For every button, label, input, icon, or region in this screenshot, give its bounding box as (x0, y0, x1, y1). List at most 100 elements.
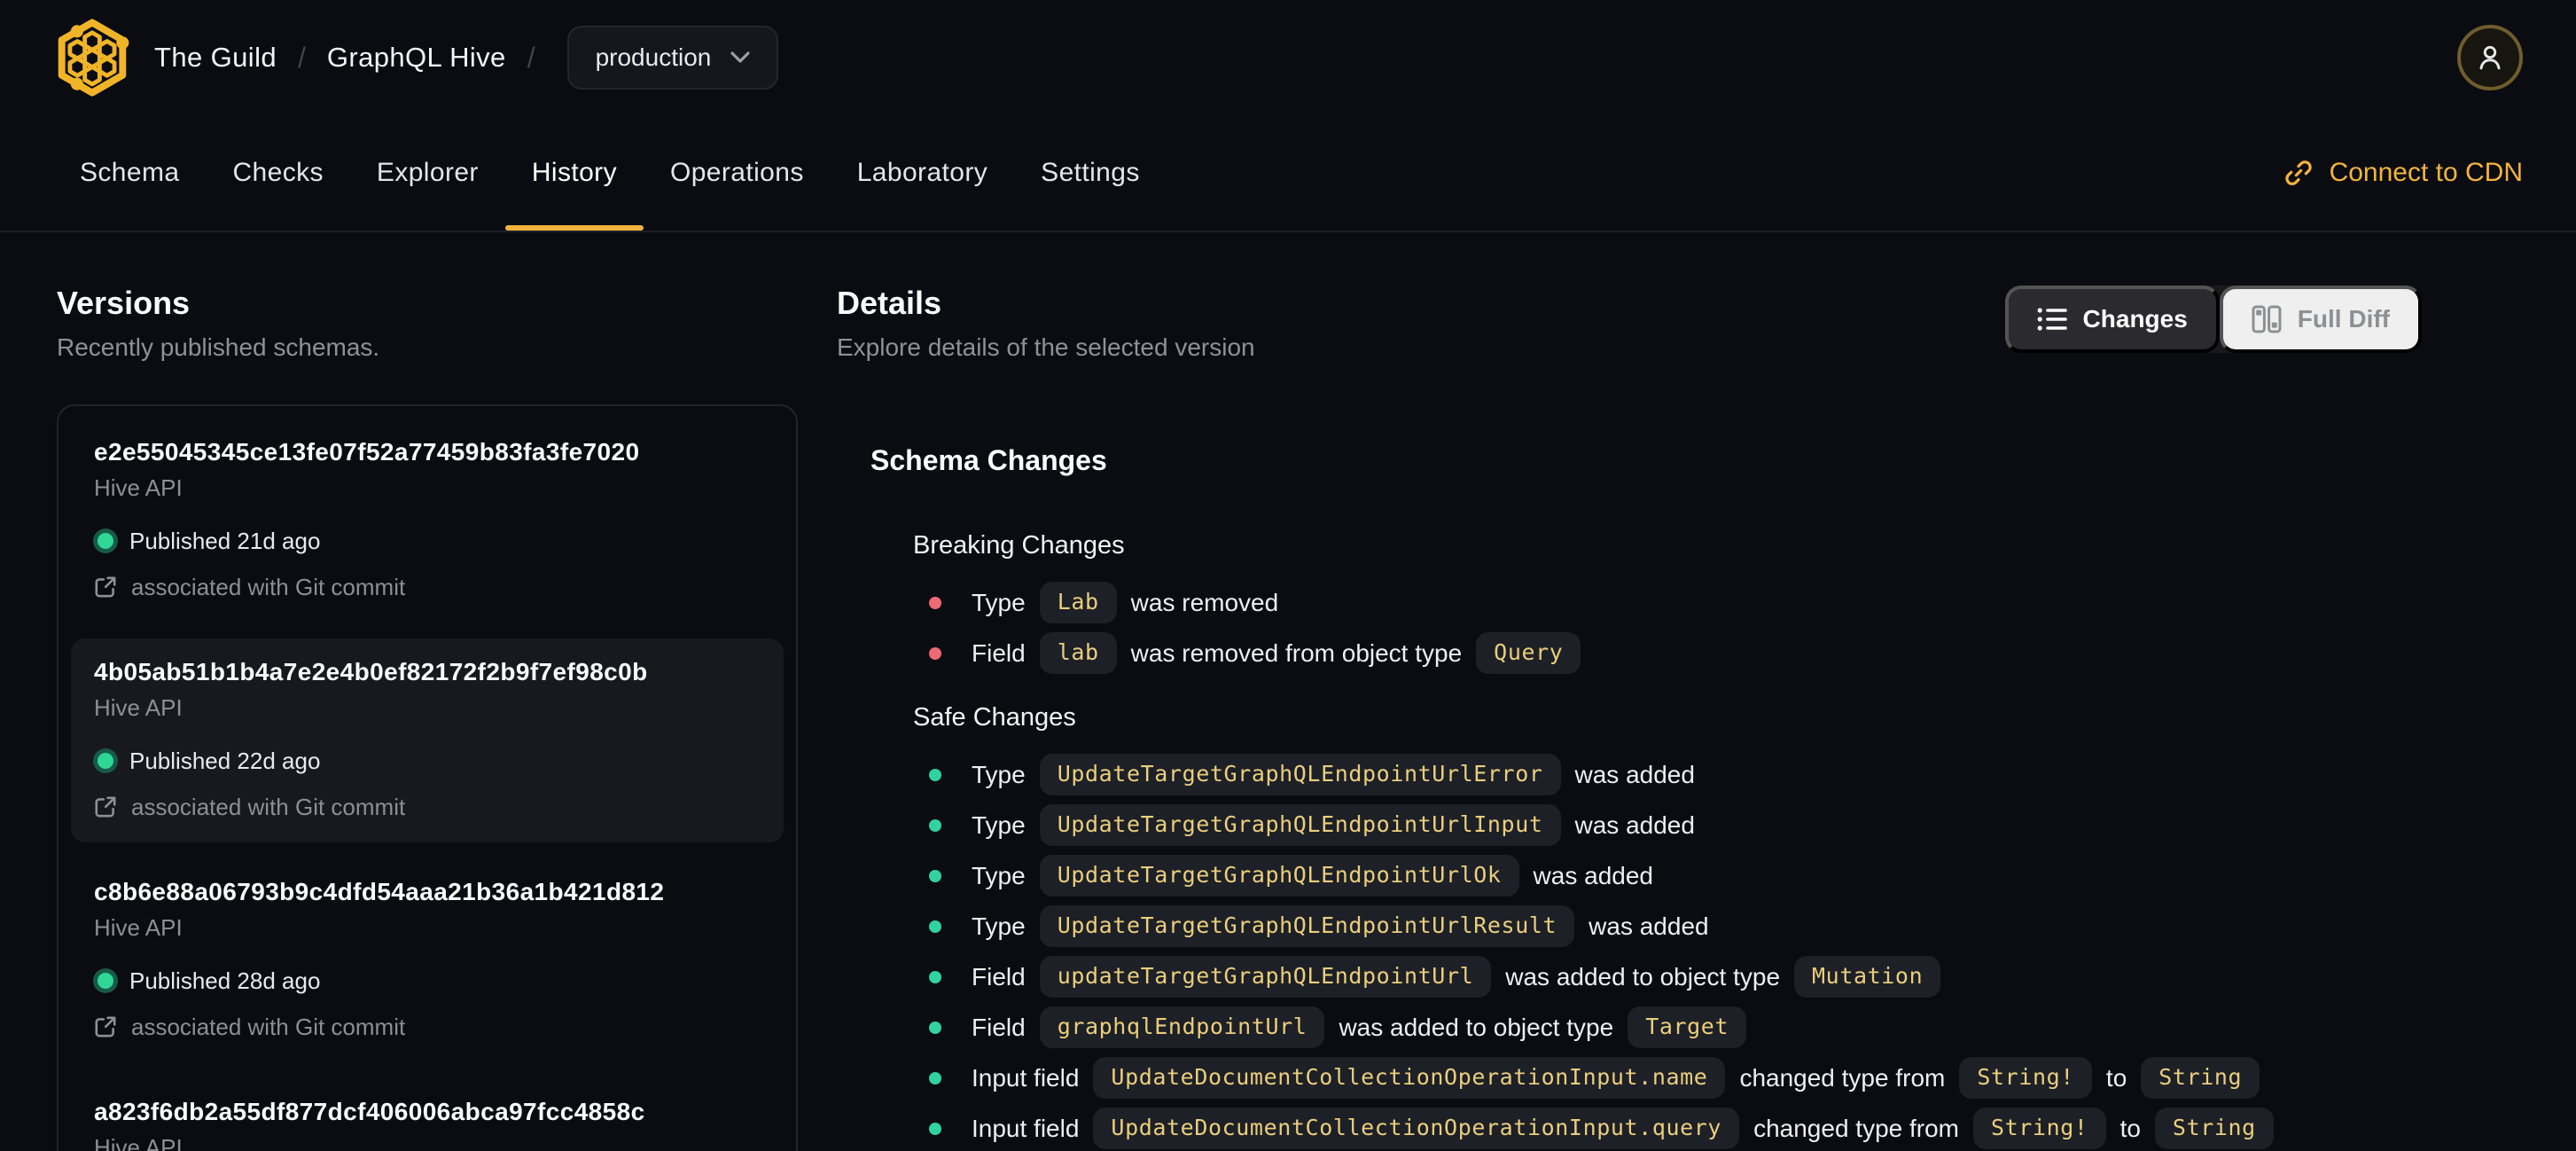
code-chip: graphqlEndpointUrl (1039, 1006, 1325, 1048)
safe-change-item: Field updateTargetGraphQLEndpointUrl was a… (929, 956, 2422, 998)
safe-change-item: Type UpdateTargetGraphQLEndpointUrlInput w… (929, 804, 2422, 846)
change-text: to (2119, 1114, 2141, 1142)
user-avatar-button[interactable] (2457, 25, 2523, 90)
tab-checks[interactable]: Checks (206, 115, 349, 231)
versions-title: Versions (57, 285, 191, 321)
change-text: was added (1589, 912, 1709, 940)
change-text: was added (1574, 810, 1695, 839)
external-link-icon (95, 796, 116, 818)
safe-bullet-icon (929, 970, 941, 983)
change-list: Type UpdateTargetGraphQLEndpointUrlError w… (913, 754, 2422, 1149)
connect-to-cdn-label: Connect to CDN (2329, 158, 2523, 187)
version-status: Published 21d ago (94, 527, 761, 555)
version-status-text: Published 22d ago (129, 748, 321, 774)
breadcrumb-separator: / (298, 41, 306, 74)
breaking-bullet-icon (929, 596, 941, 609)
environment-select[interactable]: production (566, 26, 779, 90)
code-chip: UpdateTargetGraphQLEndpointUrlOk (1039, 855, 1519, 897)
version-service: Hive API (94, 474, 183, 501)
safe-bullet-icon (929, 768, 941, 781)
safe-bullet-icon (929, 920, 941, 933)
full-diff-toggle-label: Full Diff (2297, 305, 2390, 333)
full-diff-toggle-button[interactable]: Full Diff (2219, 286, 2422, 353)
change-text: to (2105, 1063, 2127, 1092)
tab-settings[interactable]: Settings (1014, 115, 1167, 231)
version-card[interactable]: a823f6db2a55df877dcf406006abca97fcc4858c… (71, 1078, 784, 1151)
split-diff-icon (2252, 305, 2282, 333)
code-chip: String (2141, 1057, 2260, 1099)
change-text: changed type from (1753, 1114, 1959, 1142)
git-commit-link[interactable]: associated with Git commit (94, 1013, 761, 1041)
published-dot-icon (98, 753, 113, 769)
change-text: Field (972, 962, 1026, 990)
tab-explorer[interactable]: Explorer (350, 115, 505, 231)
version-service: Hive API (94, 694, 183, 721)
external-link-icon (95, 1016, 116, 1037)
changes-toggle-button[interactable]: Changes (2004, 286, 2220, 353)
safe-change-item: Type UpdateTargetGraphQLEndpointUrlOk was … (929, 855, 2422, 897)
code-chip: lab (1039, 632, 1117, 674)
code-chip: UpdateTargetGraphQLEndpointUrlResult (1039, 905, 1575, 947)
git-commit-label: associated with Git commit (131, 1014, 406, 1040)
versions-panel: Versions Recently published schemas. e2e… (57, 284, 798, 1151)
details-panel: Details Explore details of the selected … (837, 284, 2422, 1149)
code-chip: Target (1628, 1006, 1747, 1048)
breadcrumb: The Guild / GraphQL Hive / production (154, 26, 779, 90)
connect-to-cdn-link[interactable]: Connect to CDN (2283, 158, 2523, 188)
version-status-text: Published 21d ago (129, 528, 321, 554)
code-chip: UpdateDocumentCollectionOperationInput.q… (1093, 1108, 1740, 1149)
published-dot-icon (98, 533, 113, 549)
safe-bullet-icon (929, 1122, 941, 1135)
breaking-change-item: Type Lab was removed (929, 582, 2422, 623)
change-text: was added (1533, 861, 1653, 889)
tab-schema[interactable]: Schema (53, 115, 206, 231)
tab-history[interactable]: History (504, 115, 644, 231)
version-status-text: Published 28d ago (129, 967, 321, 994)
breadcrumb-org[interactable]: The Guild (154, 42, 277, 74)
user-icon (2479, 45, 2501, 70)
version-card[interactable]: c8b6e88a06793b9c4dfd54aaa21b36a1b421d812… (71, 858, 784, 1062)
safe-change-item: Input field UpdateDocumentCollectionOpera… (929, 1108, 2422, 1149)
version-status: Published 22d ago (94, 747, 761, 775)
breadcrumb-project[interactable]: GraphQL Hive (327, 42, 506, 74)
environment-select-value: production (595, 43, 712, 71)
code-chip: String! (1973, 1108, 2106, 1149)
version-hash: c8b6e88a06793b9c4dfd54aaa21b36a1b421d812 (94, 878, 665, 905)
changes-toggle-label: Changes (2082, 305, 2188, 333)
tab-laboratory[interactable]: Laboratory (831, 115, 1014, 231)
version-service: Hive API (94, 1134, 183, 1151)
version-service: Hive API (94, 914, 183, 941)
change-text: Type (972, 810, 1026, 839)
safe-change-item: Input field UpdateDocumentCollectionOpera… (929, 1057, 2422, 1099)
breaking-bullet-icon (929, 646, 941, 660)
change-text: Type (972, 588, 1026, 616)
change-text: changed type from (1739, 1063, 1946, 1092)
change-group: Safe Changes Type UpdateTargetGraphQLEndp… (870, 702, 2422, 1149)
change-text: Input field (972, 1114, 1080, 1142)
safe-bullet-icon (929, 1021, 941, 1034)
version-card[interactable]: 4b05ab51b1b4a7e2e4b0ef82172f2b9f7ef98c0b… (71, 638, 784, 842)
tab-operations[interactable]: Operations (644, 115, 831, 231)
code-chip: updateTargetGraphQLEndpointUrl (1039, 956, 1492, 998)
safe-change-item: Field graphqlEndpointUrl was added to obje… (929, 1006, 2422, 1048)
schema-changes-section: Schema Changes Breaking Changes Type Lab w… (837, 443, 2422, 1149)
change-group-title: Safe Changes (913, 703, 1076, 732)
git-commit-link[interactable]: associated with Git commit (94, 573, 761, 601)
change-text: was added (1574, 760, 1695, 788)
version-list: e2e55045345ce13fe07f52a77459b83fa3fe7020… (57, 404, 798, 1151)
version-status: Published 28d ago (94, 967, 761, 995)
git-commit-label: associated with Git commit (131, 794, 406, 820)
hive-logo[interactable] (53, 19, 131, 97)
version-hash: e2e55045345ce13fe07f52a77459b83fa3fe7020 (94, 438, 640, 466)
change-group: Breaking Changes Type Lab was removed Field… (870, 530, 2422, 674)
change-text: was added to object type (1505, 962, 1781, 990)
git-commit-link[interactable]: associated with Git commit (94, 793, 761, 821)
code-chip: UpdateDocumentCollectionOperationInput.n… (1093, 1057, 1726, 1099)
app-window: The Guild / GraphQL Hive / production Sc… (0, 0, 2576, 1151)
change-text: was removed (1130, 588, 1279, 616)
breadcrumb-separator: / (527, 41, 535, 74)
change-group-title: Breaking Changes (913, 531, 1125, 560)
code-chip: String (2154, 1108, 2274, 1149)
change-text: was added to object type (1339, 1013, 1614, 1041)
version-card[interactable]: e2e55045345ce13fe07f52a77459b83fa3fe7020… (71, 419, 784, 622)
